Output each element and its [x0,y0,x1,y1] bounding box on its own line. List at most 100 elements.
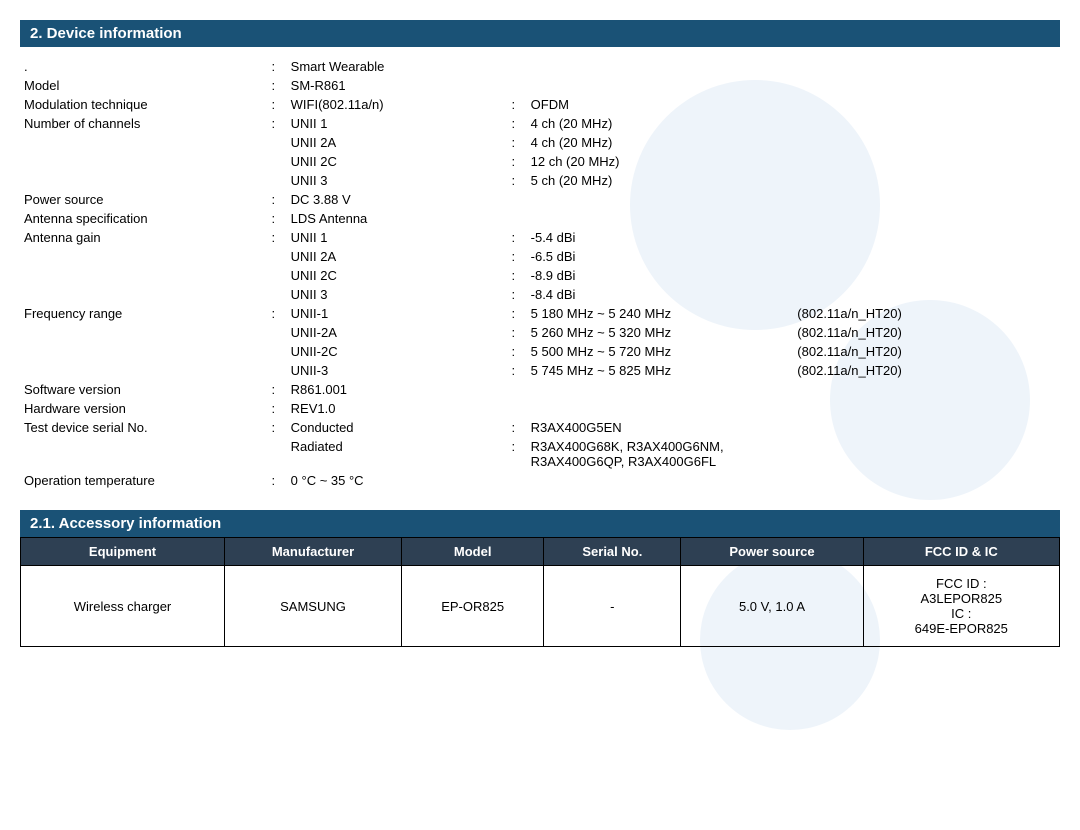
row-value: SM-R861 [287,76,500,95]
row-colon2: : [500,152,527,171]
row-label: Power source [20,190,260,209]
row-extra [793,437,1060,471]
model-cell: EP-OR825 [402,566,544,647]
row-colon2: : [500,323,527,342]
row-value2: 5 180 MHz ~ 5 240 MHz [527,304,794,323]
row-extra [793,471,1060,490]
device-row: UNII 2C:12 ch (20 MHz) [20,152,1060,171]
row-label: Number of channels [20,114,260,133]
row-value: Radiated [287,437,500,471]
row-colon2: : [500,114,527,133]
row-value: UNII 3 [287,171,500,190]
device-row: Number of channels:UNII 1:4 ch (20 MHz) [20,114,1060,133]
row-colon [260,133,287,152]
row-colon2 [500,399,527,418]
row-colon [260,361,287,380]
device-row: .:Smart Wearable [20,57,1060,76]
accessory-col-header: Serial No. [544,538,681,566]
row-extra [793,152,1060,171]
row-label [20,361,260,380]
row-extra [793,418,1060,437]
device-info-table: .:Smart WearableModel:SM-R861Modulation … [20,57,1060,490]
row-value: UNII-3 [287,361,500,380]
row-extra [793,57,1060,76]
row-extra [793,380,1060,399]
row-colon2: : [500,171,527,190]
accessory-col-header: Equipment [21,538,225,566]
row-label: Antenna specification [20,209,260,228]
row-colon2: : [500,247,527,266]
row-colon2: : [500,437,527,471]
row-colon [260,247,287,266]
row-colon2: : [500,95,527,114]
row-extra [793,266,1060,285]
row-colon [260,266,287,285]
row-label: Model [20,76,260,95]
row-value2: 5 745 MHz ~ 5 825 MHz [527,361,794,380]
row-extra [793,133,1060,152]
row-label [20,171,260,190]
device-row: Antenna specification:LDS Antenna [20,209,1060,228]
device-row: Operation temperature:0 °C ~ 35 °C [20,471,1060,490]
device-row: UNII-2C:5 500 MHz ~ 5 720 MHz(802.11a/n_… [20,342,1060,361]
row-label: Frequency range [20,304,260,323]
row-label [20,152,260,171]
device-row: UNII 3:-8.4 dBi [20,285,1060,304]
row-label [20,437,260,471]
row-extra [793,228,1060,247]
row-value2 [527,57,794,76]
row-colon [260,323,287,342]
row-label [20,323,260,342]
row-extra: (802.11a/n_HT20) [793,361,1060,380]
row-value2: 5 260 MHz ~ 5 320 MHz [527,323,794,342]
row-label [20,133,260,152]
row-colon2: : [500,418,527,437]
row-value2: 12 ch (20 MHz) [527,152,794,171]
device-row: Radiated:R3AX400G68K, R3AX400G6NM, R3AX4… [20,437,1060,471]
row-value2 [527,399,794,418]
row-value: REV1.0 [287,399,500,418]
row-extra [793,209,1060,228]
row-value: UNII 2A [287,133,500,152]
row-value2: 4 ch (20 MHz) [527,114,794,133]
row-extra: (802.11a/n_HT20) [793,304,1060,323]
row-extra: (802.11a/n_HT20) [793,323,1060,342]
accessory-row: Wireless chargerSAMSUNGEP-OR825-5.0 V, 1… [21,566,1060,647]
device-row: UNII 2C:-8.9 dBi [20,266,1060,285]
row-label [20,247,260,266]
row-colon: : [260,76,287,95]
row-colon: : [260,190,287,209]
row-value2: 4 ch (20 MHz) [527,133,794,152]
accessory-col-header: Manufacturer [225,538,402,566]
row-value: WIFI(802.11a/n) [287,95,500,114]
row-value: LDS Antenna [287,209,500,228]
row-value: UNII-2C [287,342,500,361]
row-colon: : [260,114,287,133]
row-colon2 [500,471,527,490]
row-colon [260,342,287,361]
row-colon2: : [500,361,527,380]
row-value2: -5.4 dBi [527,228,794,247]
row-extra [793,285,1060,304]
row-value: Smart Wearable [287,57,500,76]
row-colon2: : [500,133,527,152]
row-value2: R3AX400G5EN [527,418,794,437]
serial-cell: - [544,566,681,647]
device-row: UNII 2A:4 ch (20 MHz) [20,133,1060,152]
row-colon: : [260,471,287,490]
row-label [20,285,260,304]
row-value2: -6.5 dBi [527,247,794,266]
row-colon [260,152,287,171]
row-colon [260,285,287,304]
row-value: UNII 2C [287,152,500,171]
row-colon [260,437,287,471]
row-value2 [527,190,794,209]
device-row: Modulation technique:WIFI(802.11a/n):OFD… [20,95,1060,114]
section21-header: 2.1. Accessory information [20,510,1060,537]
row-value2: -8.4 dBi [527,285,794,304]
row-colon: : [260,228,287,247]
row-colon: : [260,304,287,323]
row-colon2 [500,209,527,228]
device-row: UNII-3:5 745 MHz ~ 5 825 MHz(802.11a/n_H… [20,361,1060,380]
row-value2: -8.9 dBi [527,266,794,285]
